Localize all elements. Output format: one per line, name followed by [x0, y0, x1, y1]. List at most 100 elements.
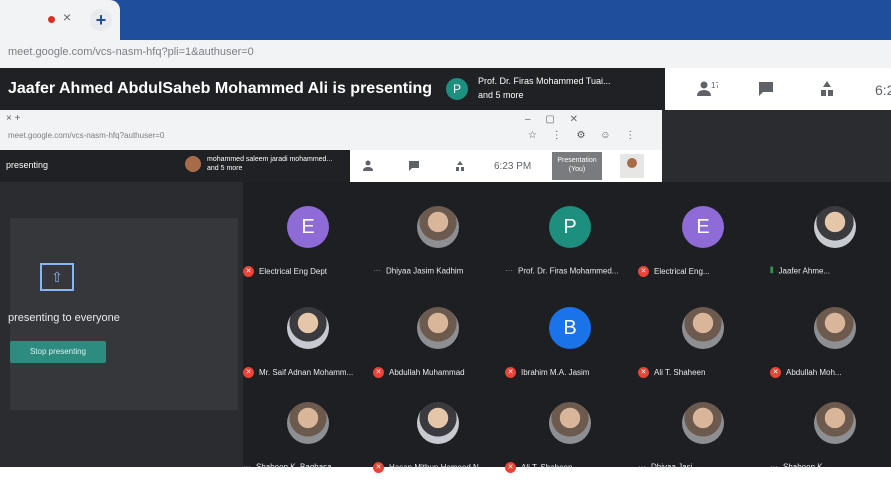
shared-url-text: meet.google.com/vcs-nasm-hfq?authuser=0: [8, 131, 165, 140]
recording-dot-icon: [48, 16, 55, 23]
shared-tab-strip: × +: [6, 113, 21, 124]
participant-avatar: [682, 307, 724, 349]
audio-idle-icon: ···: [373, 266, 381, 275]
mic-off-icon: ✕: [373, 462, 384, 473]
presentation-owner-name: Prof. Dr. Firas Mohammed Tuai...: [478, 76, 611, 86]
shared-chat-icon: [408, 160, 420, 175]
presentation-owner[interactable]: Prof. Dr. Firas Mohammed Tuai... and 5 m…: [478, 74, 658, 102]
participant-avatar: P: [549, 206, 591, 248]
svg-text:17: 17: [711, 81, 718, 90]
participant-tile[interactable]: ✕ Mr. Saif Adnan Mohamm...: [243, 297, 368, 387]
activities-icon[interactable]: [818, 80, 836, 103]
shared-clock-time: 6:23 PM: [494, 161, 532, 172]
stop-presenting-button[interactable]: Stop presenting: [10, 341, 106, 363]
present-screen-icon: ⇧: [40, 263, 74, 291]
participant-tile[interactable]: ✕ Abdullah Muhammad: [373, 297, 498, 387]
participant-name: Jaafer Ahme...: [778, 266, 831, 276]
mic-off-icon: ✕: [505, 367, 516, 378]
mic-off-icon: ✕: [638, 367, 649, 378]
participant-tile[interactable]: B ✕ Ibrahim M.A. Jasim: [505, 297, 630, 387]
participant-name: Electrical Eng Dept: [259, 267, 328, 276]
participant-name-row: ⦀ Jaafer Ahme...: [770, 266, 891, 276]
participant-name-row: ✕ Abdullah Moh...: [770, 367, 891, 378]
participant-name: Abdullah Moh...: [786, 368, 842, 377]
participant-name: Electrical Eng...: [654, 267, 710, 276]
participant-avatar: [682, 402, 724, 444]
participant-name-row: ✕ Hasan Mithun Hameed N...: [373, 462, 498, 473]
shared-presentation-button: Presentation (You): [552, 152, 602, 180]
new-tab-icon[interactable]: +: [90, 9, 112, 31]
participant-name: Hasan Mithun Hameed N...: [389, 463, 486, 472]
mic-off-icon: ✕: [770, 367, 781, 378]
shared-self-view: [620, 154, 644, 178]
participant-name-row: ✕ Mr. Saif Adnan Mohamm...: [243, 367, 368, 378]
participant-tile[interactable]: ⦀ Jaafer Ahme...: [770, 196, 891, 286]
address-bar[interactable]: meet.google.com/vcs-nasm-hfq?pli=1&authu…: [0, 40, 891, 69]
participant-name: Mr. Saif Adnan Mohamm...: [259, 368, 354, 377]
participant-name-row: ✕ Ali T. Shaheen: [638, 367, 763, 378]
speaking-icon: ⦀: [770, 266, 774, 275]
participant-tile[interactable]: E ✕ Electrical Eng...: [638, 196, 763, 286]
participant-avatar: [417, 206, 459, 248]
close-tab-icon[interactable]: ×: [63, 9, 71, 25]
participant-name: Ibrahim M.A. Jasim: [521, 368, 590, 377]
participant-tile[interactable]: ✕ Abdullah Moh...: [770, 297, 891, 387]
participant-tile[interactable]: ··· Dhiyaa Jasi...: [638, 392, 763, 482]
participant-tile[interactable]: ✕ Ali T. Shaheen: [505, 392, 630, 482]
participant-tile[interactable]: ✕ Hasan Mithun Hameed N...: [373, 392, 498, 482]
participant-name-row: ··· Dhiyaa Jasim Kadhim: [373, 266, 498, 275]
participant-avatar: [287, 307, 329, 349]
participant-avatar: E: [682, 206, 724, 248]
participant-avatar: E: [287, 206, 329, 248]
mic-off-icon: ✕: [505, 462, 516, 473]
shared-presenter-more: and 5 more: [207, 165, 243, 172]
shared-people-icon: [362, 160, 378, 175]
shared-presenter-avatar: [185, 156, 201, 172]
participant-name-row: ✕ Ali T. Shaheen: [505, 462, 630, 473]
participant-name: Ali T. Shaheen: [654, 368, 706, 377]
participant-avatar: [549, 402, 591, 444]
presenting-notice: presenting to everyone: [8, 312, 120, 324]
participant-name: Ali T. Shaheen: [521, 463, 573, 472]
shared-toolbar-icons: ☆ ⋮ ⚙ ☺ ⋮: [528, 130, 642, 141]
participant-avatar: [417, 307, 459, 349]
mic-off-icon: ✕: [243, 367, 254, 378]
participant-tile[interactable]: ··· Dhiyaa Jasim Kadhim: [373, 196, 498, 286]
browser-tab-bar: × +: [0, 0, 891, 40]
participant-avatar: [814, 206, 856, 248]
participant-name: Abdullah Muhammad: [389, 368, 465, 377]
url-text: meet.google.com/vcs-nasm-hfq?pli=1&authu…: [8, 46, 254, 58]
participant-name-row: ✕ Electrical Eng...: [638, 266, 763, 277]
participant-name: Prof. Dr. Firas Mohammed...: [518, 266, 619, 276]
shared-presenter: mohammed saleem jaradi mohammed... and 5…: [207, 155, 347, 173]
shared-window-controls: – ▢ ✕: [525, 114, 584, 125]
clock-time: 6:2: [875, 82, 891, 98]
shared-presenter-name: mohammed saleem jaradi mohammed...: [207, 156, 333, 163]
audio-idle-icon: ···: [505, 266, 513, 275]
participant-avatar: B: [549, 307, 591, 349]
participant-tile[interactable]: ✕ Ali T. Shaheen: [638, 297, 763, 387]
participant-avatar: [814, 402, 856, 444]
participant-name-row: ✕ Electrical Eng Dept: [243, 266, 368, 277]
shared-activities-icon: [454, 160, 466, 175]
participant-tile[interactable]: ··· Shaheen K...: [770, 392, 891, 482]
people-icon[interactable]: 17: [696, 80, 720, 103]
mic-off-icon: ✕: [243, 266, 254, 277]
presenting-title: Jaafer Ahmed AbdulSaheb Mohammed Ali is …: [8, 80, 433, 97]
shared-presenting-title: presenting: [6, 160, 49, 170]
participant-name: Dhiyaa Jasim Kadhim: [386, 266, 464, 276]
participant-tile[interactable]: ··· Shaheen K. Baqhasa: [243, 392, 368, 482]
participant-avatar: [814, 307, 856, 349]
chat-icon[interactable]: [757, 80, 775, 103]
participant-grid: E ✕ Electrical Eng Dept ··· Dhiyaa Jasim Kad…: [243, 182, 891, 473]
participant-avatar: [287, 402, 329, 444]
participant-tile[interactable]: P ··· Prof. Dr. Firas Mohammed...: [505, 196, 630, 286]
presentation-owner-more: and 5 more: [478, 90, 524, 100]
participant-avatar: [417, 402, 459, 444]
presenter-avatar: P: [446, 78, 468, 100]
mic-off-icon: ✕: [638, 266, 649, 277]
participant-name-row: ✕ Ibrahim M.A. Jasim: [505, 367, 630, 378]
mic-off-icon: ✕: [373, 367, 384, 378]
participant-tile[interactable]: E ✕ Electrical Eng Dept: [243, 196, 368, 286]
participant-name-row: ··· Prof. Dr. Firas Mohammed...: [505, 266, 630, 275]
